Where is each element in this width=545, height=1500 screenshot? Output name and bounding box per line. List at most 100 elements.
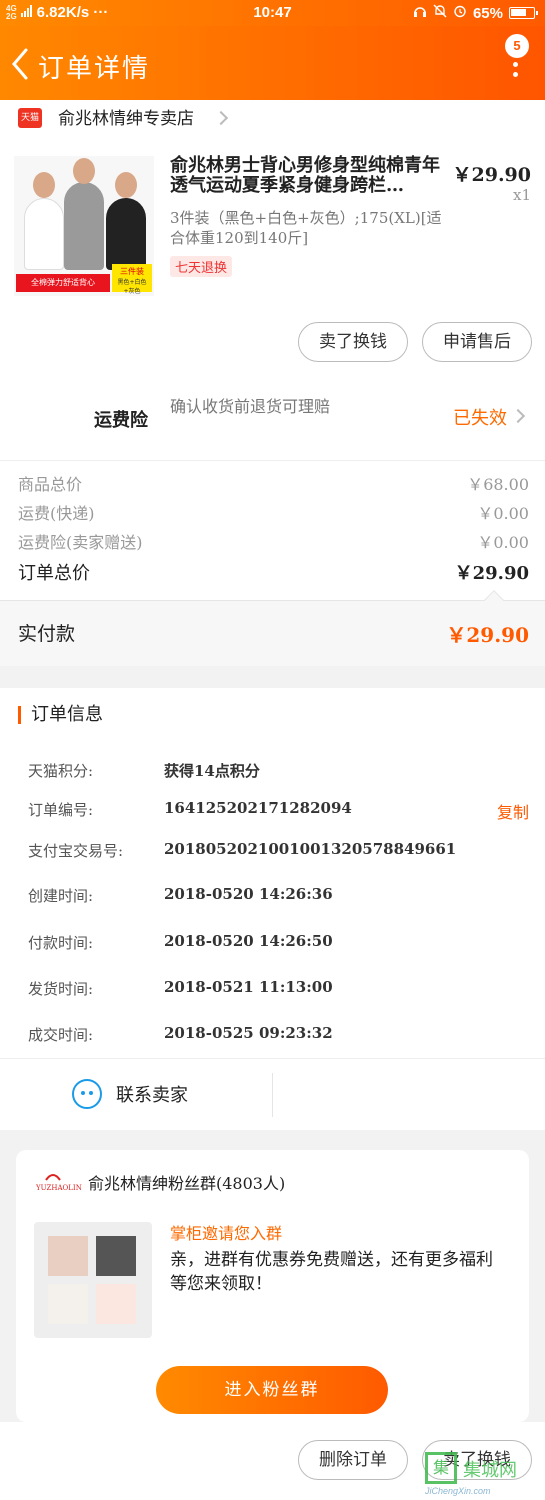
dot-icon [512, 62, 518, 67]
info-label: 订单编号: [28, 801, 94, 819]
divider [272, 1073, 273, 1117]
fan-group-card: YUZHAOLIN 俞兆林情绅粉丝群(4803人) 掌柜邀请您入群 亲，进群有优… [16, 1150, 529, 1422]
chevron-left-icon [12, 48, 28, 80]
product-item[interactable]: 全棉弹力舒适背心 三件装 黑色+白色+灰色 俞兆林男士背心男修身型纯棉青年透气运… [0, 136, 545, 376]
shipping-value: ￥0.00 [477, 504, 529, 523]
info-value: 2018052021001001320578849661 [164, 840, 457, 858]
info-label: 创建时间: [28, 887, 94, 905]
order-total-value: ￥29.90 [454, 563, 529, 584]
info-value: 2018-0525 09:23:32 [164, 1024, 333, 1042]
copy-button[interactable]: 复制 [497, 799, 529, 823]
product-price: ￥29.90 [452, 164, 532, 186]
info-row-created: 创建时间: 2018-0520 14:26:36 [28, 885, 529, 906]
join-fan-group-button[interactable]: 进入粉丝群 [156, 1366, 388, 1414]
status-bar: 4G 2G 6.82K/s ··· 10:47 65% [0, 0, 545, 26]
product-promo-banner: 全棉弹力舒适背心 [16, 274, 110, 292]
app-header: 订单详情 5 [0, 26, 545, 100]
info-label: 成交时间: [28, 1026, 94, 1044]
more-menu-button[interactable] [511, 62, 519, 92]
shipping-row: 运费(快递) ￥0.00 [18, 500, 529, 524]
order-total-row: 订单总价 ￥29.90 [18, 559, 529, 585]
info-value: 2018-0520 14:26:50 [164, 932, 333, 950]
contact-seller-row: 联系卖家 [0, 1058, 545, 1130]
info-row-alipay: 支付宝交易号: 2018052021001001320578849661 [28, 840, 529, 861]
watermark-text: 集城网 [463, 1460, 517, 1480]
shop-name: 俞兆林情绅专卖店 [58, 109, 194, 129]
status-right: 65% [413, 4, 538, 22]
pack-title: 三件装 [120, 267, 144, 276]
goods-total-value: ￥68.00 [467, 475, 529, 494]
chevron-right-icon [213, 110, 229, 126]
actual-payment-label: 实付款 [18, 623, 76, 645]
return-policy-tag: 七天退换 [170, 256, 233, 277]
model-head [73, 158, 95, 184]
price-summary: 商品总价 ￥68.00 运费(快递) ￥0.00 运费险(卖家赠送) ￥0.00… [0, 460, 545, 600]
info-row-order-number: 订单编号: 164125202171282094 复制 [28, 799, 529, 823]
order-info-section: 订单信息 天猫积分: 获得14点积分 订单编号: 164125202171282… [0, 688, 545, 1058]
pack-subtitle: 黑色+白色+灰色 [117, 279, 147, 295]
brand-logo-text: YUZHAOLIN [36, 1184, 82, 1192]
product-sku: 3件装（黑色+白色+灰色）;175(XL)[适合体重120到140斤] [170, 209, 442, 247]
watermark-url: JiChengXin.com [425, 1486, 491, 1496]
chat-icon[interactable] [72, 1079, 102, 1109]
model-head [33, 172, 55, 198]
goods-total-label: 商品总价 [18, 475, 83, 494]
info-label: 支付宝交易号: [28, 842, 124, 860]
alarm-icon [453, 4, 467, 22]
battery-icon [509, 7, 538, 19]
fan-group-avatars [34, 1222, 152, 1338]
order-number: 164125202171282094 [164, 799, 352, 817]
info-value: 2018-0520 14:26:36 [164, 885, 333, 903]
page-title: 订单详情 [38, 54, 151, 84]
back-button[interactable] [8, 46, 34, 82]
tmall-logo: 天猫 [18, 108, 42, 128]
fan-group-message: 亲，进群有优惠券免费赠送，还有更多福利等您来领取！ [170, 1250, 493, 1294]
info-row-completed: 成交时间: 2018-0525 09:23:32 [28, 1024, 529, 1045]
model-white-vest [24, 198, 64, 270]
model-black-vest [106, 198, 146, 270]
order-total-label: 订单总价 [18, 563, 90, 584]
insurance-fee-value: ￥0.00 [477, 533, 529, 552]
model-head [115, 172, 137, 198]
actual-payment-value: ￥29.90 [446, 623, 529, 647]
info-label: 付款时间: [28, 934, 94, 952]
sell-back-button[interactable]: 卖了换钱 [298, 322, 408, 362]
watermark-logo: 集 [425, 1452, 457, 1484]
brand-logo: YUZHAOLIN [36, 1170, 82, 1192]
info-value: 获得14点积分 [164, 762, 260, 780]
model-gray-vest [64, 182, 104, 270]
fan-group-subtitle: 掌柜邀请您入群 [170, 1224, 283, 1243]
product-pack-badge: 三件装 黑色+白色+灰色 [112, 264, 152, 295]
message-badge: 5 [505, 34, 529, 58]
product-title: 俞兆林男士背心男修身型纯棉青年透气运动夏季紧身健身跨栏… [170, 155, 440, 196]
avatar [48, 1236, 88, 1276]
insurance-fee-row: 运费险(卖家赠送) ￥0.00 [18, 529, 529, 553]
shop-row[interactable]: 天猫 俞兆林情绅专卖店 [0, 100, 545, 136]
after-sale-button[interactable]: 申请售后 [422, 322, 532, 362]
shipping-insurance-row[interactable]: 运费险 确认收货前退货可理赔 已失效 [0, 376, 545, 460]
actual-payment-row: 实付款 ￥29.90 [0, 590, 545, 666]
contact-seller-button[interactable]: 联系卖家 [116, 1081, 188, 1107]
mute-icon [433, 4, 447, 22]
info-row-points: 天猫积分: 获得14点积分 [28, 760, 529, 781]
shipping-label: 运费(快递) [18, 504, 95, 523]
info-value: 2018-0521 11:13:00 [164, 978, 333, 996]
chevron-right-icon [510, 408, 526, 424]
product-quantity: x1 [512, 186, 531, 204]
order-info-title: 订单信息 [18, 706, 103, 724]
insurance-description: 确认收货前退货可理赔 [170, 397, 331, 416]
dot-icon [512, 72, 518, 77]
info-label: 发货时间: [28, 980, 94, 998]
watermark: 集 集城网 JiChengXin.com [425, 1452, 541, 1496]
insurance-label: 运费险 [94, 410, 148, 431]
insurance-status: 已失效 [453, 408, 507, 429]
info-row-paid: 付款时间: 2018-0520 14:26:50 [28, 932, 529, 953]
headphone-icon [413, 4, 427, 22]
fan-group-name: 俞兆林情绅粉丝群(4803人) [88, 1174, 286, 1193]
avatar [96, 1284, 136, 1324]
avatar [48, 1284, 88, 1324]
info-row-shipped: 发货时间: 2018-0521 11:13:00 [28, 978, 529, 999]
delete-order-button[interactable]: 删除订单 [298, 1440, 408, 1480]
battery-percent: 65% [472, 4, 503, 22]
info-label: 天猫积分: [28, 762, 94, 780]
